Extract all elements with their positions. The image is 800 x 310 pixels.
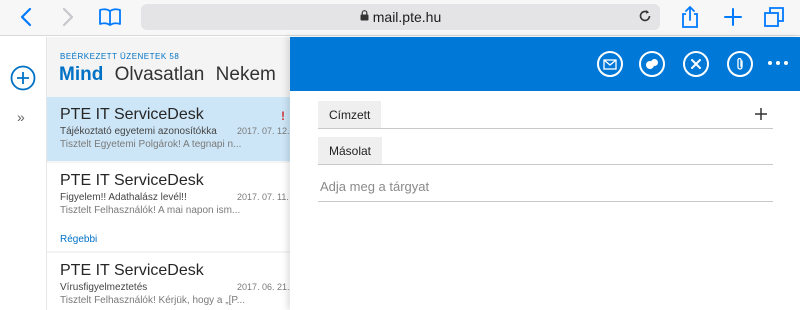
to-button[interactable]: Címzett <box>318 101 382 128</box>
mail-subject: Tájékoztató egyetemi azonosítókka <box>60 126 217 137</box>
list-item[interactable]: PTE IT ServiceDesk Vírusfigyelmeztetés 2… <box>47 253 290 310</box>
url-text: mail.pte.hu <box>372 9 442 25</box>
tabs-icon[interactable] <box>763 4 785 30</box>
envelope-icon[interactable] <box>597 51 623 77</box>
add-recipient-icon[interactable] <box>751 101 771 127</box>
mail-subject: Figyelem!! Adathalász levél!! <box>60 192 187 203</box>
section-header-older: Régebbi <box>47 227 290 251</box>
mail-date: 2017. 06. 21. <box>237 282 290 292</box>
mail-preview: Tisztelt Felhasználók! Kérjük, hogy a „[… <box>60 295 246 306</box>
folder-label: BEÉRKEZETT ÜZENETEK 58 <box>60 52 180 61</box>
mail-sender: PTE IT ServiceDesk <box>60 172 204 189</box>
browser-toolbar: mail.pte.hu <box>0 0 800 36</box>
add-circle-icon[interactable] <box>10 65 36 96</box>
filter-to-me[interactable]: Nekem <box>216 64 276 85</box>
lock-icon <box>360 8 369 26</box>
section-older-label: Régebbi <box>60 234 98 245</box>
list-item[interactable]: PTE IT ServiceDesk ! Tájékoztató egyetem… <box>47 97 290 161</box>
mail-sender: PTE IT ServiceDesk <box>60 262 204 279</box>
list-item[interactable]: PTE IT ServiceDesk Figyelem!! Adathalász… <box>47 163 290 227</box>
cc-field[interactable]: Másolat <box>318 137 773 165</box>
chevron-right-icon[interactable] <box>58 4 78 30</box>
compose-pane: Címzett Másolat <box>290 37 800 310</box>
left-rail: » <box>0 37 47 310</box>
compose-toolbar <box>290 37 800 91</box>
filter-unread[interactable]: Olvasatlan <box>115 64 205 85</box>
reload-icon[interactable] <box>638 9 652 28</box>
mail-date: 2017. 07. 11. <box>237 192 289 202</box>
close-icon[interactable] <box>683 51 709 77</box>
more-icon[interactable] <box>768 61 788 65</box>
mail-date: 2017. 07. 12. <box>237 126 290 136</box>
to-field[interactable]: Címzett <box>318 101 773 129</box>
book-icon[interactable] <box>97 4 123 30</box>
address-bar[interactable]: mail.pte.hu <box>141 4 660 30</box>
message-list: BEÉRKEZETT ÜZENETEK 58 Mind Olvasatlan N… <box>47 37 290 310</box>
important-flag: ! <box>281 109 285 123</box>
cc-button[interactable]: Másolat <box>318 137 383 164</box>
chevron-left-icon[interactable] <box>16 4 36 30</box>
mail-preview: Tisztelt Egyetemi Polgárok! A tegnapi n.… <box>60 139 242 150</box>
filter-all[interactable]: Mind <box>59 64 103 85</box>
mail-subject: Vírusfigyelmeztetés <box>60 282 148 293</box>
double-chevron-right-icon[interactable]: » <box>17 109 25 125</box>
mail-sender: PTE IT ServiceDesk <box>60 106 204 123</box>
subject-input[interactable] <box>318 172 773 202</box>
share-icon[interactable] <box>679 4 701 30</box>
mail-preview: Tisztelt Felhasználók! A mai napon ism..… <box>60 205 241 216</box>
attachment-icon[interactable] <box>727 51 753 77</box>
plus-icon[interactable] <box>722 4 744 30</box>
filter-tabs: Mind Olvasatlan Nekem <box>59 64 282 86</box>
chat-bubbles-icon[interactable] <box>639 51 665 77</box>
